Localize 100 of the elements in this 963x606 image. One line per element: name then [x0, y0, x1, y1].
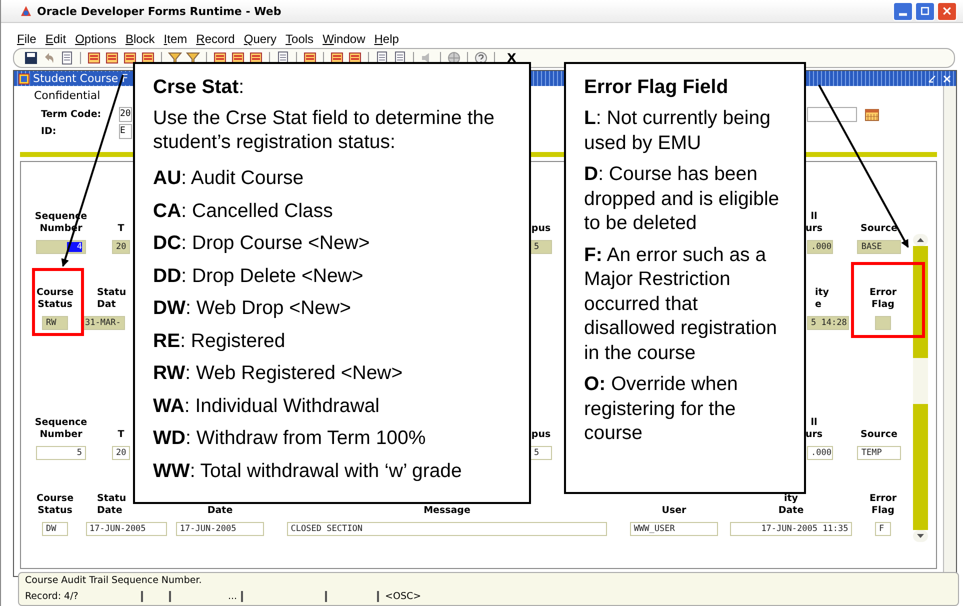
scroll-bar[interactable] [913, 234, 928, 542]
input-field[interactable]: 20 [112, 446, 130, 460]
status-code-definition: WW: Total withdrawal with ‘w’ grade [153, 458, 463, 484]
field-label: ity e [815, 287, 829, 311]
minimize-button[interactable] [893, 2, 913, 20]
field-label: ID: [40, 126, 58, 137]
scroll-down-icon[interactable] [913, 530, 928, 542]
input-field[interactable]: 17-JUN-2005 [86, 522, 166, 536]
input-field[interactable]: .000 [807, 446, 833, 460]
field-label: Error Flag [869, 493, 897, 517]
field-label: Date [207, 505, 233, 517]
classification-label: Confidential [34, 89, 102, 102]
form-icon[interactable] [105, 51, 119, 65]
form-icon[interactable] [87, 51, 101, 65]
status-code-definition: DD: Drop Delete <New> [153, 264, 364, 288]
scroll-up-icon[interactable] [913, 234, 928, 246]
input-field[interactable]: 20 [119, 107, 132, 122]
scroll-thumb[interactable] [913, 358, 928, 404]
funnel-icon[interactable] [186, 51, 200, 65]
menu-item[interactable]: Window [322, 32, 366, 46]
form-icon[interactable] [141, 51, 155, 65]
field-label: Message [424, 505, 470, 517]
menu-item[interactable]: Item [164, 32, 188, 46]
input-field[interactable]: BASE [857, 240, 901, 254]
input-field[interactable]: 4 [36, 240, 86, 254]
close-button[interactable] [937, 2, 957, 20]
app-icon [19, 4, 33, 18]
flag-definition: L: Not currently being used by EMU [584, 106, 772, 155]
status-code-definition: CA: Cancelled Class [153, 198, 334, 224]
form-icon[interactable] [303, 51, 317, 65]
minimize-icon [899, 12, 907, 16]
help-icon[interactable] [474, 51, 488, 65]
minimize-icon[interactable] [927, 74, 937, 84]
form-icon[interactable] [231, 51, 245, 65]
menu-item[interactable]: Record [196, 32, 235, 46]
field-label: T [118, 223, 124, 235]
form-title: Student Course F [33, 72, 132, 85]
field-label: Error Flag [869, 287, 897, 311]
status-code-definition: RE: Registered [153, 328, 286, 354]
menu-item[interactable]: Help [374, 32, 399, 46]
input-field[interactable]: F [875, 522, 891, 536]
status-code-definition: WD: Withdraw from Term 100% [153, 426, 427, 451]
input-field[interactable]: 5 [36, 446, 86, 460]
callout-title: Crse Stat: [153, 75, 246, 100]
form-icon[interactable] [213, 51, 227, 65]
window-title: Oracle Developer Forms Runtime - Web [37, 4, 282, 18]
input-field[interactable]: 31-MAR- [81, 316, 125, 330]
input-field[interactable]: TEMP [857, 446, 901, 460]
form-icon[interactable] [123, 51, 137, 65]
form-icon[interactable] [249, 51, 263, 65]
field-label: Course Status [36, 493, 74, 517]
menu-item[interactable]: Tools [286, 32, 314, 46]
field-label: pus [531, 223, 551, 235]
form-icon[interactable] [330, 51, 344, 65]
menu-item[interactable]: Options [75, 32, 116, 46]
exit-button[interactable]: X [507, 51, 516, 65]
field-label: ity Date [778, 493, 804, 517]
close-icon[interactable] [942, 74, 952, 84]
field-label: ll urs [805, 417, 823, 441]
menu-item[interactable]: File [17, 32, 36, 46]
field-label: pus [531, 429, 551, 441]
callout-text: Use the Crse Stat field to determine the student’s registration status: [153, 106, 496, 154]
field-label: Sequence Number [34, 417, 88, 441]
callout-title: Error Flag Field [584, 75, 730, 100]
status-text: ... [228, 591, 237, 602]
input-field[interactable] [807, 107, 857, 122]
field-label: Statu Dat [97, 287, 126, 311]
field-label: Course Status [36, 287, 74, 311]
status-code-definition: WA: Individual Withdrawal [153, 394, 381, 418]
field-label: Source [860, 223, 898, 235]
field-label: ll urs [805, 211, 823, 235]
status-text: <OSC> [385, 591, 422, 602]
status-code-definition: AU: Audit Course [153, 166, 305, 191]
field-label: Source [860, 429, 898, 441]
maximize-button[interactable] [915, 2, 935, 20]
maximize-icon [920, 6, 930, 16]
field-label: Term Code: [40, 109, 102, 120]
funnel-icon[interactable] [168, 51, 182, 65]
input-field[interactable]: .000 [807, 240, 833, 254]
input-field[interactable]: 17-JUN-2005 [176, 522, 264, 536]
input-field[interactable]: 5 14:28 [807, 316, 849, 330]
calendar-icon[interactable] [865, 108, 879, 120]
menu-item[interactable]: Edit [45, 32, 66, 46]
input-field[interactable]: DW [42, 522, 68, 536]
input-field[interactable]: 17-JUN-2005 11:35 [730, 522, 852, 536]
form-icon[interactable] [348, 51, 362, 65]
input-field[interactable]: CLOSED SECTION [286, 522, 608, 536]
input-field[interactable]: 5 [530, 446, 552, 460]
input-field[interactable] [875, 316, 891, 330]
status-code-definition: RW: Web Registered <New> [153, 361, 404, 386]
input-field[interactable]: E [119, 124, 132, 139]
field-label: T [118, 429, 124, 441]
input-field[interactable]: 20 [112, 240, 130, 254]
input-field[interactable]: WWW_USER [630, 522, 718, 536]
input-field[interactable]: RW [42, 316, 68, 330]
globe-icon[interactable] [447, 51, 461, 65]
form-icon [18, 72, 30, 84]
input-field[interactable]: 5 [530, 240, 552, 254]
menu-item[interactable]: Block [125, 32, 155, 46]
menu-item[interactable]: Query [244, 32, 277, 46]
